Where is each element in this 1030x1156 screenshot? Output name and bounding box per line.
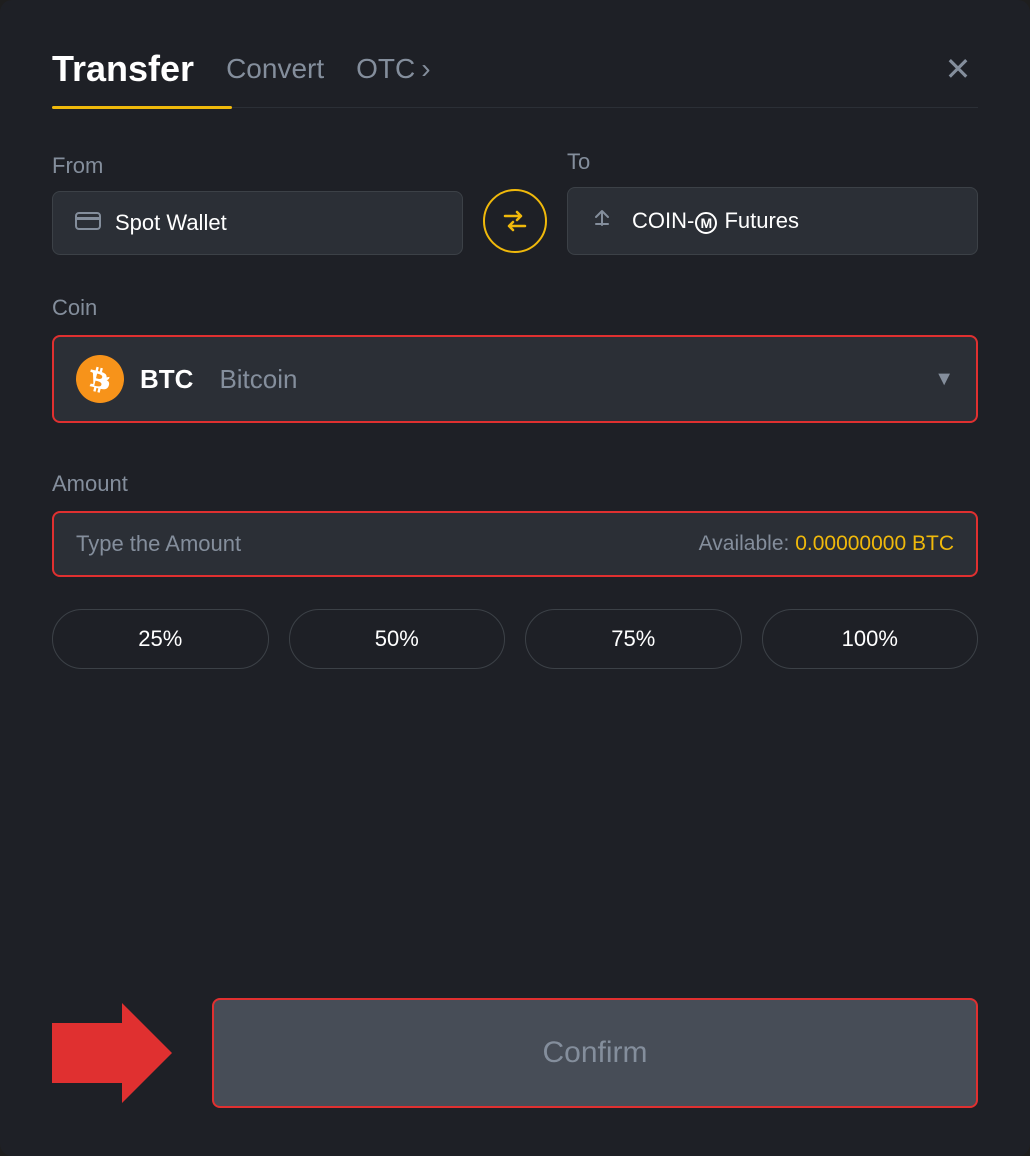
btc-icon <box>76 355 124 403</box>
to-group: To COIN-M Futures <box>567 149 978 255</box>
coin-full-name: Bitcoin <box>219 364 297 395</box>
amount-label: Amount <box>52 471 978 497</box>
transfer-modal: Transfer Convert OTC › ✕ From <box>0 0 1030 1156</box>
from-label: From <box>52 153 463 179</box>
coin-symbol: BTC <box>140 364 193 395</box>
available-value: 0.00000000 BTC <box>795 532 954 555</box>
from-group: From Spot Wallet <box>52 153 463 255</box>
available-text: Available: 0.00000000 BTC <box>699 532 954 556</box>
from-wallet-name: Spot Wallet <box>115 210 227 236</box>
confirm-button[interactable]: Confirm <box>212 998 978 1108</box>
tab-convert[interactable]: Convert <box>226 53 324 85</box>
confirm-area: Confirm <box>52 978 978 1108</box>
coin-selector[interactable]: BTC Bitcoin ▼ <box>52 335 978 423</box>
percent-25-button[interactable]: 25% <box>52 609 269 669</box>
coin-label: Coin <box>52 295 978 321</box>
from-wallet-selector[interactable]: Spot Wallet <box>52 191 463 255</box>
amount-input[interactable] <box>76 531 699 557</box>
arrow-indicator <box>52 1003 172 1103</box>
close-button[interactable]: ✕ <box>938 49 978 89</box>
futures-icon <box>590 206 614 236</box>
amount-section: Amount Available: 0.00000000 BTC <box>52 471 978 609</box>
to-wallet-name: COIN-M Futures <box>632 208 799 234</box>
swap-button[interactable] <box>483 189 547 253</box>
from-to-section: From Spot Wallet To <box>52 149 978 255</box>
coin-chevron-down-icon: ▼ <box>934 368 954 391</box>
percent-row: 25% 50% 75% 100% <box>52 609 978 669</box>
wallet-icon <box>75 210 101 236</box>
percent-75-button[interactable]: 75% <box>525 609 742 669</box>
active-tab-indicator <box>52 106 232 109</box>
coin-section: Coin BTC Bitcoin ▼ <box>52 295 978 471</box>
modal-header: Transfer Convert OTC › ✕ <box>52 48 978 90</box>
percent-50-button[interactable]: 50% <box>289 609 506 669</box>
amount-input-box: Available: 0.00000000 BTC <box>52 511 978 577</box>
to-label: To <box>567 149 978 175</box>
tab-underline-row <box>52 106 978 109</box>
tab-otc[interactable]: OTC › <box>356 53 430 85</box>
tab-transfer[interactable]: Transfer <box>52 48 194 90</box>
tab-divider <box>232 107 978 108</box>
percent-100-button[interactable]: 100% <box>762 609 979 669</box>
header-nav: Convert OTC › <box>226 53 430 85</box>
to-wallet-selector[interactable]: COIN-M Futures <box>567 187 978 255</box>
